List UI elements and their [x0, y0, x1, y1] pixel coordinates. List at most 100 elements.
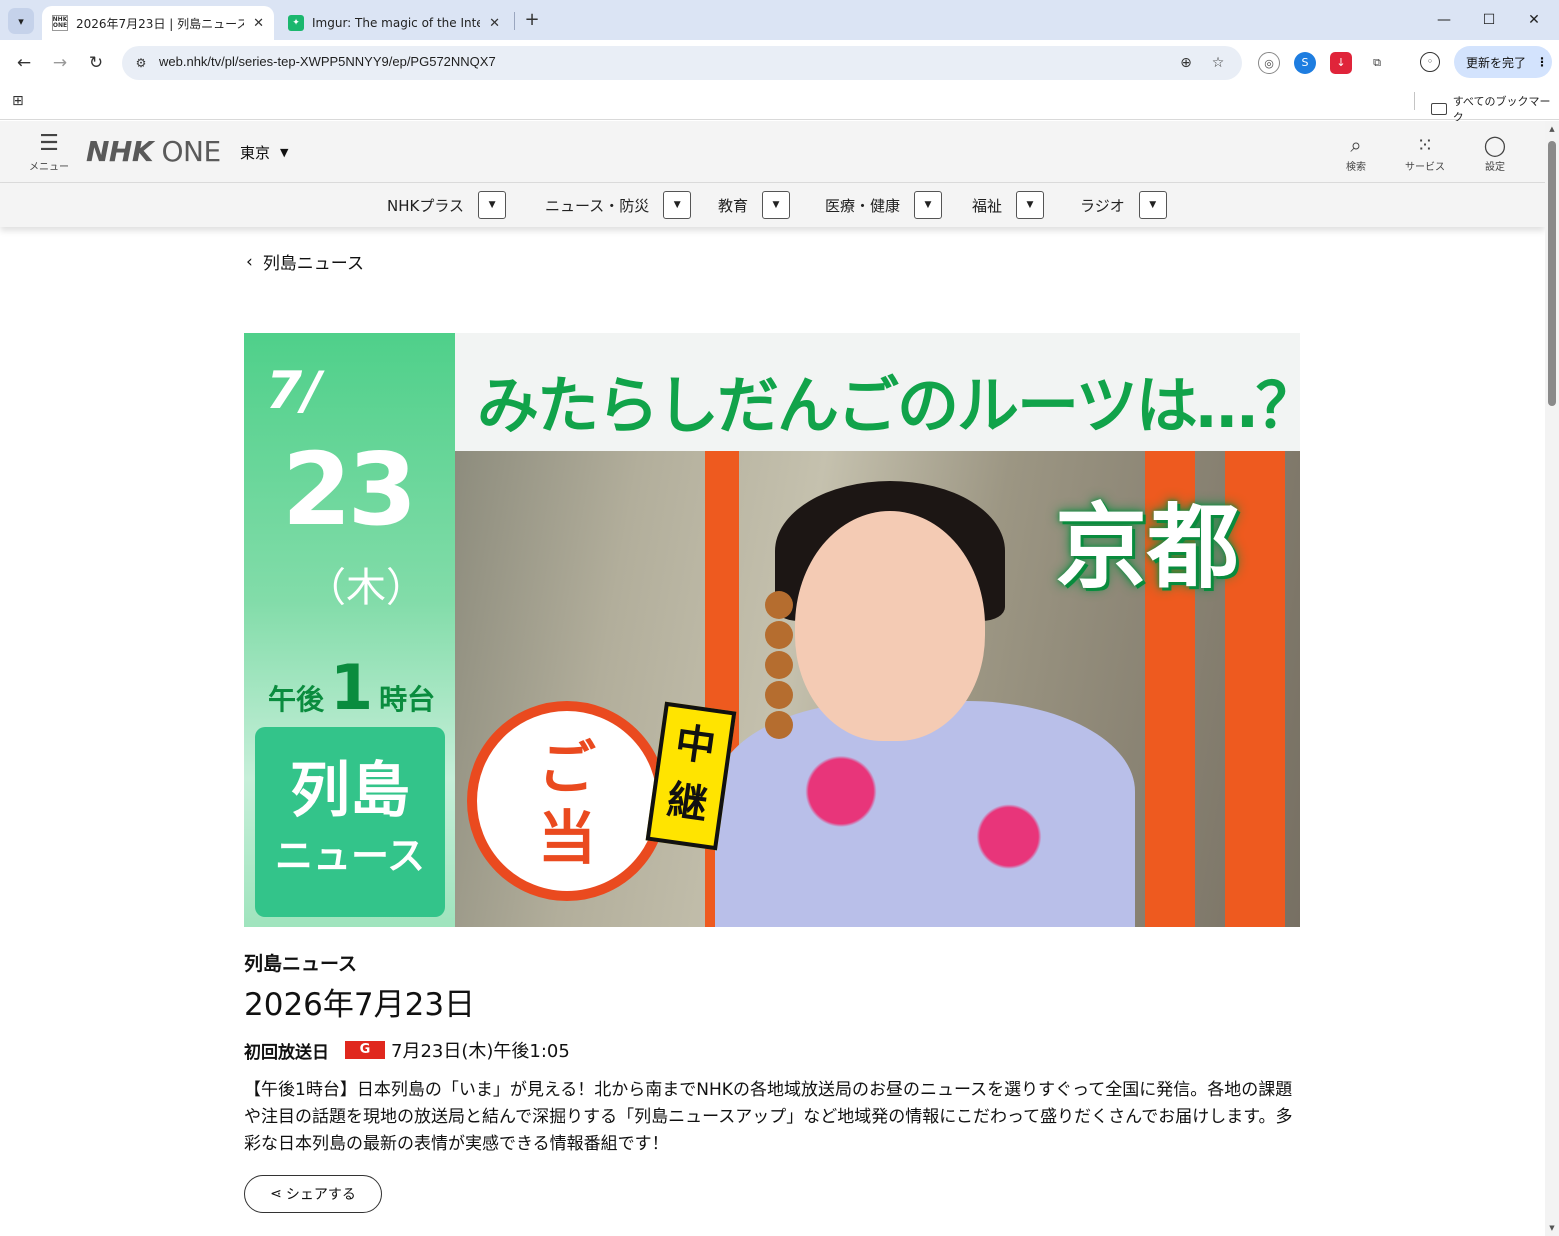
grid-icon: ⁙: [1416, 133, 1434, 157]
menu-button[interactable]: ☰ メニュー: [28, 131, 70, 174]
chevron-left-icon: ‹: [246, 251, 253, 272]
minimize-icon: —: [1437, 12, 1451, 28]
chevron-down-icon[interactable]: ▼: [914, 191, 943, 219]
imgur-favicon-icon: ✦: [288, 15, 304, 31]
profile-icon[interactable]: ◦: [1420, 52, 1440, 72]
url-text[interactable]: web.nhk/tv/pl/series-tep-XWPP5NNYY9/ep/P…: [159, 54, 496, 69]
kebab-menu-icon: ⋮: [1536, 55, 1549, 69]
close-window-button[interactable]: ✕: [1522, 8, 1546, 32]
episode-thumbnail: 7/ 23 （木） 午後 1 時台 列島 ニュース みたらしだんごのルーツは…？: [244, 333, 1300, 927]
search-icon: ⌕: [1350, 133, 1362, 157]
face: [795, 511, 985, 741]
close-icon: ✕: [1528, 12, 1540, 28]
airdate-label: 初回放送日: [244, 1042, 329, 1063]
browser-tab-bar: ▾ NHKONE 2026年7月23日 | 列島ニュース | N ✕ ✦ Img…: [0, 0, 1559, 40]
date-weekday: （木）: [306, 565, 426, 611]
back-link-label: 列島ニュース: [262, 254, 364, 274]
folder-icon: [1431, 103, 1447, 115]
category-nhk-plus[interactable]: NHKプラス ▼: [387, 191, 507, 219]
chevron-down-icon[interactable]: ▼: [762, 191, 791, 219]
tab-imgur[interactable]: ✦ Imgur: The magic of the Interne ✕: [278, 6, 510, 40]
airdate-row: 初回放送日 G 7月23日(木)午後1:05: [244, 1037, 570, 1063]
nhk-favicon-icon: NHK ONE: [52, 15, 68, 31]
scroll-down-icon[interactable]: ▼: [1548, 1224, 1556, 1232]
place-label: 京都: [1055, 494, 1240, 601]
category-health[interactable]: 医療・健康 ▼: [825, 191, 943, 219]
share-button[interactable]: ⋖ シェアする: [244, 1175, 382, 1213]
category-education[interactable]: 教育 ▼: [718, 191, 791, 219]
chevron-down-icon: ▾: [18, 14, 24, 28]
bookmarks-bar: ⊞ すべてのブックマーク: [0, 86, 1559, 124]
hamburger-icon: ☰: [39, 131, 59, 156]
reporter-photo: 京都 ご 当 中 継: [455, 451, 1300, 927]
channel-badge: G: [345, 1041, 385, 1059]
tab-nhk[interactable]: NHKONE 2026年7月23日 | 列島ニュース | N ✕: [42, 6, 274, 40]
back-to-series-link[interactable]: ‹ 列島ニュース: [246, 249, 364, 275]
zoom-icon[interactable]: ⊕: [1176, 53, 1196, 73]
site-header: ☰ メニュー NHK ONE 東京 ▼ ⌕ 検索 ⁙ サービス ◯ 設定: [0, 121, 1545, 183]
episode-title: 2026年7月23日: [244, 987, 476, 1023]
share-label: シェアする: [285, 1187, 356, 1203]
region-selector[interactable]: 東京 ▼: [240, 142, 288, 163]
maximize-button[interactable]: ☐: [1477, 8, 1501, 32]
site-info-icon[interactable]: ⚙: [132, 54, 150, 72]
date-month: 7/: [266, 361, 322, 421]
apps-grid-icon[interactable]: ⊞: [12, 93, 30, 111]
reload-icon: ↻: [88, 53, 104, 73]
extension-icon[interactable]: ◎: [1258, 52, 1280, 74]
address-bar[interactable]: ⚙ web.nhk/tv/pl/series-tep-XWPP5NNYY9/ep…: [122, 46, 1242, 80]
arrow-left-icon: ←: [16, 53, 32, 73]
extension-sync-icon[interactable]: S: [1294, 52, 1316, 74]
airdate-value: 7月23日(木)午後1:05: [391, 1041, 570, 1062]
bookmark-star-icon[interactable]: ☆: [1208, 53, 1228, 73]
extension-download-icon[interactable]: ↓: [1330, 52, 1352, 74]
date-panel: 7/ 23 （木） 午後 1 時台 列島 ニュース: [244, 333, 455, 927]
category-radio[interactable]: ラジオ ▼: [1080, 191, 1167, 219]
search-label: 検索: [1346, 162, 1366, 173]
series-name[interactable]: 列島ニュース: [244, 949, 357, 976]
category-welfare[interactable]: 福祉 ▼: [972, 191, 1045, 219]
headline-text: みたらしだんごのルーツは…？: [477, 369, 1300, 442]
browser-toolbar: ← → ↻ ⚙ web.nhk/tv/pl/series-tep-XWPP5NN…: [0, 40, 1559, 86]
settings-button[interactable]: ◯ 設定: [1470, 134, 1520, 173]
page-scrollbar[interactable]: ▲ ▼: [1545, 121, 1559, 1236]
close-tab-icon[interactable]: ✕: [253, 16, 264, 31]
caret-down-icon: ▼: [280, 146, 289, 159]
minimize-button[interactable]: —: [1432, 8, 1456, 32]
tab-search-button[interactable]: ▾: [8, 8, 34, 34]
time-slot: 午後 1 時台: [268, 651, 436, 724]
services-label: サービス: [1405, 162, 1445, 173]
page-content: ☰ メニュー NHK ONE 東京 ▼ ⌕ 検索 ⁙ サービス ◯ 設定 NHK…: [0, 121, 1559, 1236]
back-button[interactable]: ←: [12, 51, 36, 75]
forward-button[interactable]: →: [48, 51, 72, 75]
category-nav: NHKプラス ▼ ニュース・防災 ▼ 教育 ▼ 医療・健康 ▼ 福祉 ▼ ラジオ…: [0, 183, 1545, 227]
tab-title: 2026年7月23日 | 列島ニュース | N: [76, 16, 244, 31]
region-label: 東京: [240, 144, 271, 162]
gotochi-stamp: ご 当: [467, 701, 667, 901]
scroll-thumb[interactable]: [1548, 141, 1556, 406]
search-button[interactable]: ⌕ 検索: [1331, 134, 1381, 173]
tab-title: Imgur: The magic of the Interne: [312, 16, 480, 30]
settings-label: 設定: [1485, 162, 1505, 173]
arrow-right-icon: →: [52, 53, 68, 73]
dango-skewer: [765, 591, 797, 781]
chevron-down-icon[interactable]: ▼: [1016, 191, 1045, 219]
share-icon: ⋖: [270, 1186, 282, 1202]
services-button[interactable]: ⁙ サービス: [1400, 134, 1450, 173]
plus-icon: +: [524, 9, 540, 30]
scroll-up-icon[interactable]: ▲: [1548, 125, 1556, 133]
category-news[interactable]: ニュース・防災 ▼: [545, 191, 692, 219]
extensions-puzzle-icon[interactable]: ⧉: [1366, 52, 1388, 74]
update-button[interactable]: 更新を完了 ⋮: [1454, 46, 1552, 78]
update-label: 更新を完了: [1466, 55, 1527, 70]
reload-button[interactable]: ↻: [84, 51, 108, 75]
maximize-icon: ☐: [1482, 12, 1496, 28]
close-tab-icon[interactable]: ✕: [489, 16, 500, 31]
new-tab-button[interactable]: +: [520, 8, 544, 32]
headline-banner: みたらしだんごのルーツは…？: [455, 333, 1300, 451]
chevron-down-icon[interactable]: ▼: [1138, 191, 1167, 219]
chevron-down-icon[interactable]: ▼: [478, 191, 507, 219]
user-icon: ◯: [1483, 133, 1507, 157]
nhk-one-logo[interactable]: NHK ONE: [86, 135, 221, 168]
chevron-down-icon[interactable]: ▼: [663, 191, 692, 219]
